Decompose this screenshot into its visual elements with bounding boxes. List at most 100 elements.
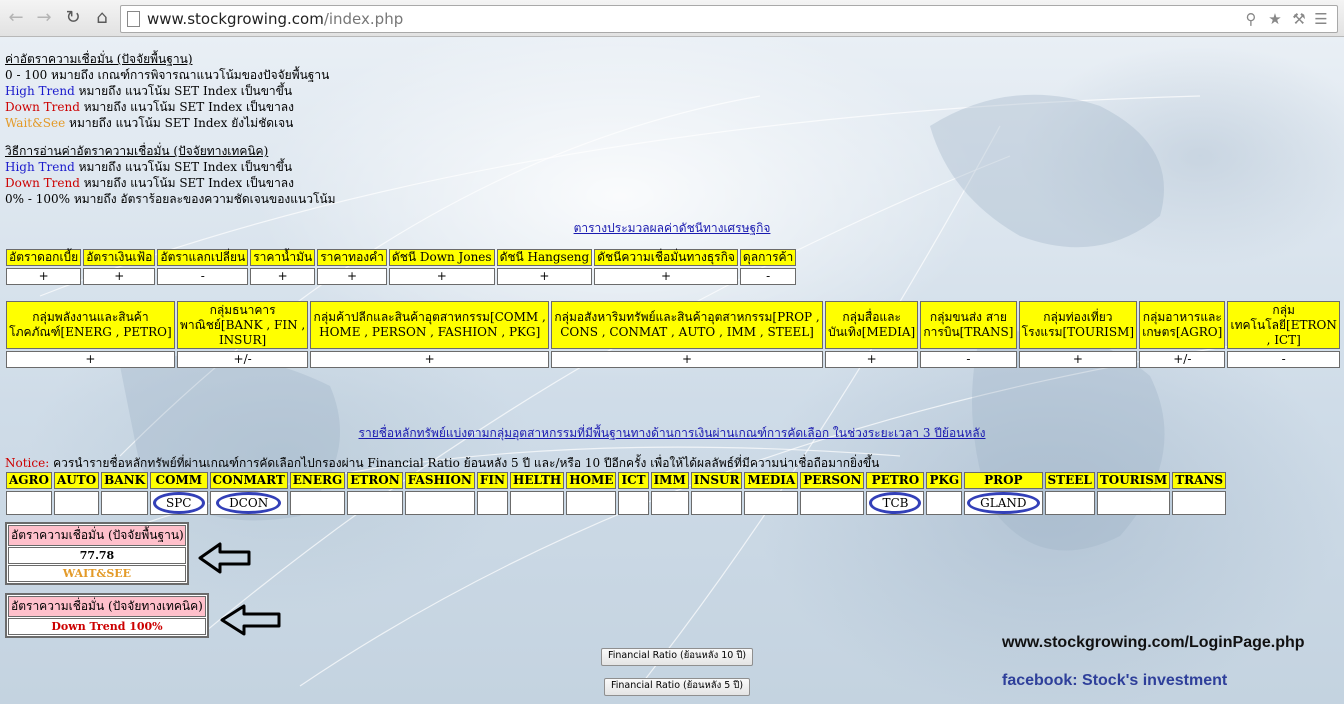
industry-header-cell: HELTH (510, 472, 565, 489)
industry-header-cell: IMM (650, 472, 689, 489)
econ-header-cell: ราคาทองคำ (317, 249, 387, 266)
industry-header-cell: ICT (618, 472, 649, 489)
technical-box-title: อัตราความเชื่อมั่น (ปัจจัยทางเทคนิค) (8, 596, 206, 617)
industry-value-cell (347, 491, 403, 515)
econ-index-link[interactable]: ตารางประมวลผลค่าดัชนีทางเศรษฐกิจ (574, 221, 771, 235)
sector-value-row: + +/- + + + - + +/- - (6, 351, 1340, 368)
sector-header-line: กลุ่มสื่อและ (842, 310, 901, 324)
industry-header-cell: PERSON (800, 472, 865, 489)
legend-technical-title: วิธีการอ่านค่าอัตราความเชื่อมั่น (ปัจจัย… (5, 144, 269, 158)
sector-header-cell: กลุ่มธนาคาร พาณิชย์[BANK , FIN , INSUR] (176, 301, 309, 349)
sector-header-cell: กลุ่มอสังหาริมทรัพย์และสินค้าอุตสาหกรรม[… (551, 301, 823, 349)
econ-value-cell: + (496, 268, 593, 285)
industry-header-cell: CONMART (209, 472, 288, 489)
legend-fundamental-title: ค่าอัตราความเชื่อมั่น (ปัจจัยพื้นฐาน) (5, 52, 193, 66)
down-trend-text: หมายถึง แนวโน้ม SET Index เป็นขาลง (79, 100, 295, 114)
industry-value-cell (404, 491, 475, 515)
industry-value-cell (800, 491, 865, 515)
sector-header-line: โรงแรม[TOURISM] (1021, 325, 1135, 339)
notice: Notice: ควรนำรายชื่อหลักทรัพย์ที่ผ่านเกณ… (5, 455, 879, 471)
fundamental-confidence-box: อัตราความเชื่อมั่น (ปัจจัยพื้นฐาน) 77.78… (5, 522, 189, 585)
stock-list-link[interactable]: รายชื่อหลักทรัพย์แบ่งตามกลุ่มอุตสาหกรรมท… (359, 426, 986, 440)
tech-down-trend-text: หมายถึง แนวโน้ม SET Index เป็นขาลง (79, 176, 295, 190)
industry-value-cell: SPC (150, 491, 208, 515)
search-icon[interactable]: ⚲ (1241, 6, 1261, 32)
econ-header-cell: ดัชนีความเชื่อมั่นทางธุรกิจ (594, 249, 738, 266)
menu-icon[interactable]: ☰ (1311, 6, 1331, 32)
industry-header-cell: AGRO (6, 472, 52, 489)
tech-high-trend-text: หมายถึง แนวโน้ม SET Index เป็นขาขึ้น (74, 160, 293, 174)
reload-icon[interactable]: ↻ (61, 6, 85, 30)
back-icon[interactable]: ← (4, 6, 28, 30)
legend-tech-down-row: Down Trend หมายถึง แนวโน้ม SET Index เป็… (5, 175, 336, 191)
selected-stock-symbol[interactable]: TCB (869, 492, 922, 514)
sector-header-row: กลุ่มพลังงานและสินค้า โภคภัณฑ์[ENERG , PE… (6, 301, 1340, 349)
address-bar[interactable]: www.stockgrowing.com/index.php ⚲ ★ ⚒ ☰ (120, 5, 1338, 33)
econ-header-cell: ราคาน้ำมัน (250, 249, 316, 266)
high-trend-text: หมายถึง แนวโน้ม SET Index เป็นขาขึ้น (74, 84, 293, 98)
industry-header-cell: FASHION (404, 472, 475, 489)
financial-ratio-5y-button[interactable]: Financial Ratio (ย้อนหลัง 5 ปี) (604, 678, 751, 696)
legend-wait-row: Wait&See หมายถึง แนวโน้ม SET Index ยังไม… (5, 115, 329, 131)
sector-header-line: CONS , CONMAT , AUTO , IMM , STEEL] (560, 325, 814, 339)
fundamental-status: WAIT&SEE (8, 565, 186, 582)
industry-value-cell (53, 491, 100, 515)
sector-value-cell: + (551, 351, 823, 368)
sector-header-cell: กลุ่มขนส่ง สาย การบิน[TRANS] (920, 301, 1017, 349)
sector-value-cell: - (1227, 351, 1340, 368)
sector-value-cell: - (920, 351, 1017, 368)
selected-stock-symbol[interactable]: DCON (216, 492, 282, 514)
sector-header-cell: กลุ่มพลังงานและสินค้า โภคภัณฑ์[ENERG , PE… (6, 301, 175, 349)
industry-header-cell: MEDIA (744, 472, 799, 489)
sector-header-line: กลุ่มขนส่ง สาย (929, 310, 1007, 324)
selected-stock-symbol[interactable]: GLAND (967, 492, 1040, 514)
facebook-text: facebook: Stock's investment (1002, 672, 1228, 689)
industry-header-cell: COMM (150, 472, 208, 489)
tech-high-trend-label: High Trend (5, 160, 75, 174)
sector-header-line: เทคโนโลยี[ETRON (1230, 317, 1337, 332)
industry-header-cell: ETRON (347, 472, 403, 489)
industry-value-cell (1044, 491, 1095, 515)
sector-value-cell: +/- (176, 351, 309, 368)
industry-value-row: SPC DCON TCB GLAND (6, 491, 1227, 515)
industry-header-cell: TOURISM (1096, 472, 1171, 489)
sector-header-cell: กลุ่ม เทคโนโลยี[ETRON, ICT] (1227, 301, 1340, 349)
econ-value-cell: + (6, 268, 82, 285)
industry-value-cell (1172, 491, 1227, 515)
industry-header-cell: TRANS (1172, 472, 1227, 489)
url-path: /index.php (323, 10, 404, 28)
forward-icon[interactable]: → (32, 6, 56, 30)
industry-header-cell: ENERG (289, 472, 346, 489)
sector-header-line: กลุ่มอสังหาริมทรัพย์และสินค้าอุตสาหกรรม[… (554, 310, 820, 324)
sector-header-line: พาณิชย์[BANK , FIN , (179, 317, 306, 332)
financial-ratio-10y-button[interactable]: Financial Ratio (ย้อนหลัง 10 ปี) (601, 648, 754, 666)
legend-tech-high-row: High Trend หมายถึง แนวโน้ม SET Index เป็… (5, 159, 336, 175)
sector-value-cell: +/- (1139, 351, 1226, 368)
sector-value-cell: + (1018, 351, 1138, 368)
sector-value-cell: + (825, 351, 919, 368)
industry-value-cell (650, 491, 689, 515)
selected-stock-symbol[interactable]: SPC (153, 492, 205, 514)
sector-header-line: กลุ่มค้าปลีกและสินค้าอุตสาหกรรม[COMM , (313, 310, 546, 324)
arrow-left-icon (198, 541, 252, 575)
bookmark-star-icon[interactable]: ★ (1265, 6, 1285, 32)
sector-header-cell: กลุ่มค้าปลีกและสินค้าอุตสาหกรรม[COMM , HO… (310, 301, 550, 349)
arrow-left-icon (220, 604, 282, 636)
home-icon[interactable]: ⌂ (90, 6, 114, 30)
wait-see-label: Wait&See (5, 116, 66, 130)
industry-header-cell: PROP (964, 472, 1043, 489)
extension-icon[interactable]: ⚒ (1289, 6, 1309, 32)
industry-value-cell (289, 491, 346, 515)
sector-value-cell: + (6, 351, 175, 368)
industry-header-cell: FIN (476, 472, 509, 489)
sector-header-line: การบิน[TRANS] (923, 325, 1014, 339)
industry-header-cell: BANK (101, 472, 149, 489)
industry-value-cell (744, 491, 799, 515)
browser-toolbar: ← → ↻ ⌂ www.stockgrowing.com/index.php ⚲… (0, 0, 1344, 37)
econ-value-cell: + (250, 268, 316, 285)
industry-stock-table: AGRO AUTO BANK COMM CONMART ENERG ETRON FASHION… (4, 470, 1228, 517)
fundamental-box-title: อัตราความเชื่อมั่น (ปัจจัยพื้นฐาน) (8, 525, 186, 546)
page-icon (127, 11, 140, 27)
legend-high-row: High Trend หมายถึง แนวโน้ม SET Index เป็… (5, 83, 329, 99)
notice-label: Notice: (5, 456, 50, 470)
